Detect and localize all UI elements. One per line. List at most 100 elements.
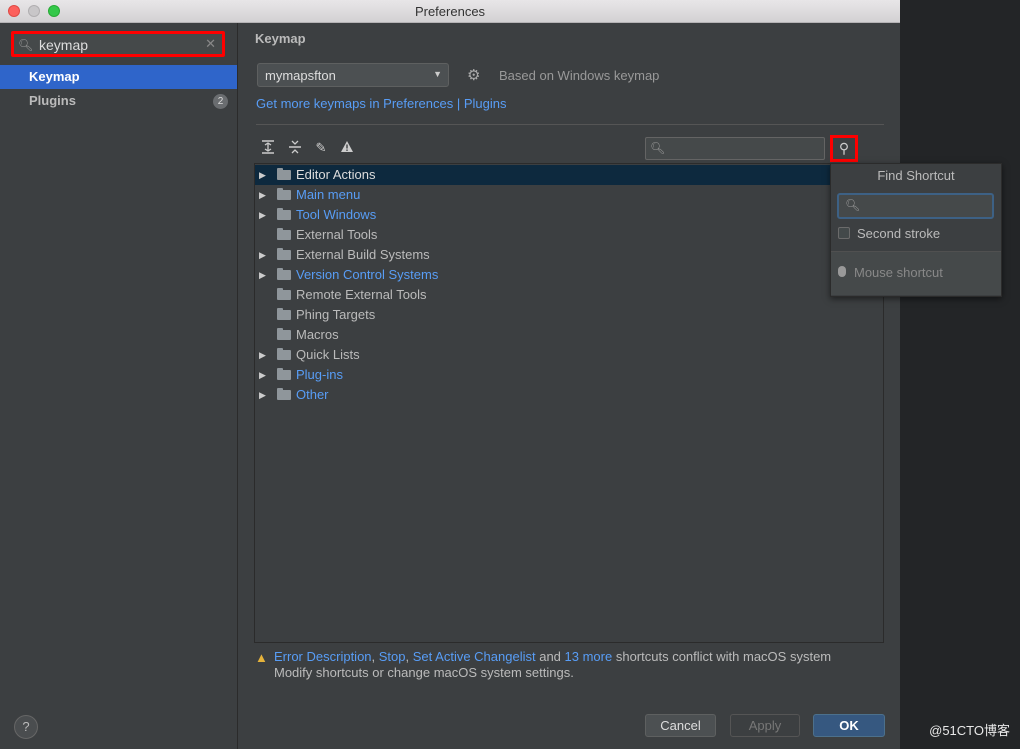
set-active-changelist-link[interactable]: Set Active Changelist — [413, 649, 536, 664]
warning-line-1: Error Description, Stop, Set Active Chan… — [274, 649, 831, 665]
expand-arrow-icon[interactable]: ▶ — [259, 245, 266, 265]
folder-icon — [277, 188, 291, 200]
dialog-button-bar: Cancel Apply OK — [238, 701, 900, 749]
tree-row-editor-actions[interactable]: ▶ Editor Actions — [255, 165, 830, 185]
find-shortcut-button[interactable]: ⚲ — [830, 135, 858, 162]
warning-separator: and — [535, 649, 565, 664]
mouse-shortcut-option[interactable]: Mouse shortcut — [831, 252, 1001, 295]
divider — [256, 124, 884, 125]
collapse-all-icon[interactable] — [287, 140, 303, 156]
warning-line-2: Modify shortcuts or change macOS system … — [274, 665, 574, 680]
help-button[interactable]: ? — [14, 715, 38, 739]
sidebar-item-keymap[interactable]: Keymap — [0, 65, 237, 89]
warning-separator: , — [405, 649, 413, 664]
tree-row-label: Macros — [296, 327, 339, 342]
shortcut-input[interactable]: 🔍︎ — [837, 193, 994, 219]
title-bar: Preferences — [0, 0, 900, 23]
action-filter-input[interactable]: 🔍︎ — [645, 137, 825, 160]
search-icon: 🔍︎ — [650, 141, 666, 155]
expand-arrow-icon[interactable]: ▶ — [259, 185, 266, 205]
folder-icon — [277, 168, 291, 180]
find-action-by-shortcut-icon: ⚲ — [838, 140, 850, 156]
warning-text: shortcuts conflict with macOS system — [612, 649, 832, 664]
second-stroke-label: Second stroke — [857, 226, 941, 241]
tree-row-main-menu[interactable]: ▶ Main menu — [255, 185, 830, 205]
tree-row-label: Remote External Tools — [296, 287, 427, 302]
folder-icon — [277, 268, 291, 280]
tree-row-quick-lists[interactable]: ▶ Quick Lists — [255, 345, 830, 365]
folder-icon — [277, 208, 291, 220]
folder-icon — [277, 348, 291, 360]
keymap-panel: Keymap mymapsfton ▼ ⚙ Based on Windows k… — [238, 23, 900, 749]
search-icon: 🔍︎ — [18, 38, 34, 52]
keymap-selected-value: mymapsfton — [265, 68, 336, 83]
expand-arrow-icon[interactable]: ▶ — [259, 205, 266, 225]
tree-row-other[interactable]: ▶ Other — [255, 385, 830, 405]
folder-icon — [277, 288, 291, 300]
sidebar: 🔍︎ keymap ✕ Keymap Plugins 2 ? — [0, 23, 238, 749]
sidebar-item-plugins[interactable]: Plugins 2 — [0, 89, 237, 113]
warning-icon: ▲ — [255, 650, 268, 665]
tree-row-external-build-systems[interactable]: ▶ External Build Systems — [255, 245, 830, 265]
update-count-badge: 2 — [213, 94, 228, 109]
tree-row-label: Version Control Systems — [296, 267, 439, 282]
based-on-label: Based on Windows keymap — [499, 68, 660, 83]
page-title: Keymap — [255, 31, 306, 46]
preferences-window: Preferences 🔍︎ keymap ✕ Keymap Plugins 2… — [0, 0, 900, 749]
tree-row-label: Tool Windows — [296, 207, 377, 222]
edit-pencil-icon[interactable]: ✎ — [313, 140, 329, 156]
folder-icon — [277, 228, 291, 240]
expand-arrow-icon[interactable]: ▶ — [259, 385, 266, 405]
error-description-link[interactable]: Error Description — [274, 649, 372, 664]
ok-button[interactable]: OK — [813, 714, 885, 737]
tree-row-macros[interactable]: Macros — [255, 325, 830, 345]
tree-row-label: Main menu — [296, 187, 361, 202]
clear-search-icon[interactable]: ✕ — [205, 36, 216, 52]
tree-row-plug-ins[interactable]: ▶ Plug-ins — [255, 365, 830, 385]
expand-arrow-icon[interactable]: ▶ — [259, 265, 266, 285]
folder-icon — [277, 328, 291, 340]
mouse-icon — [838, 266, 846, 277]
second-stroke-checkbox[interactable] — [838, 227, 850, 239]
warning-separator: , — [371, 649, 379, 664]
more-conflicts-link[interactable]: 13 more — [565, 649, 613, 664]
stop-link[interactable]: Stop — [379, 649, 406, 664]
mouse-shortcut-label: Mouse shortcut — [854, 265, 943, 280]
find-shortcut-popup: Find Shortcut 🔍︎ Second stroke Mouse sho… — [830, 163, 1002, 297]
chevron-down-icon: ▼ — [433, 69, 442, 79]
folder-icon — [277, 388, 291, 400]
tree-row-version-control-systems[interactable]: ▶ Version Control Systems — [255, 265, 830, 285]
tree-row-external-tools[interactable]: External Tools — [255, 225, 830, 245]
folder-icon — [277, 368, 291, 380]
expand-arrow-icon[interactable]: ▶ — [259, 345, 266, 365]
expand-arrow-icon[interactable]: ▶ — [259, 365, 266, 385]
apply-button[interactable]: Apply — [730, 714, 800, 737]
gear-icon[interactable]: ⚙ — [467, 66, 480, 84]
tree-row-label: External Build Systems — [296, 247, 430, 262]
watermark: @51CTO博客 — [929, 723, 1010, 738]
tree-row-label: External Tools — [296, 227, 378, 242]
tree-row-label: Quick Lists — [296, 347, 360, 362]
tree-row-remote-external-tools[interactable]: Remote External Tools — [255, 285, 830, 305]
sidebar-item-label: Keymap — [29, 69, 80, 84]
tree-row-label: Editor Actions — [296, 167, 376, 182]
tree-row-phing-targets[interactable]: Phing Targets — [255, 305, 830, 325]
tree-row-label: Phing Targets — [296, 307, 376, 322]
expand-arrow-icon[interactable]: ▶ — [259, 165, 266, 185]
cancel-button[interactable]: Cancel — [645, 714, 716, 737]
sidebar-item-label: Plugins — [29, 93, 76, 108]
keymap-action-tree[interactable]: ▶ Editor Actions ▶ Main menu ▶ Tool Wind… — [254, 163, 884, 643]
window-title: Preferences — [414, 4, 486, 19]
search-value: keymap — [39, 37, 89, 53]
folder-icon — [277, 248, 291, 260]
folder-icon — [277, 308, 291, 320]
tree-row-tool-windows[interactable]: ▶ Tool Windows — [255, 205, 830, 225]
keymap-dropdown[interactable]: mymapsfton ▼ — [257, 63, 449, 87]
conflicts-warning-icon[interactable] — [339, 140, 355, 156]
expand-all-icon[interactable] — [260, 140, 276, 156]
tree-row-label: Other — [296, 387, 329, 402]
get-more-keymaps-link[interactable]: Get more keymaps in Preferences | Plugin… — [256, 96, 507, 111]
settings-search-input[interactable]: 🔍︎ keymap ✕ — [11, 31, 225, 57]
popup-title: Find Shortcut — [877, 168, 955, 183]
search-icon: 🔍︎ — [845, 198, 861, 212]
